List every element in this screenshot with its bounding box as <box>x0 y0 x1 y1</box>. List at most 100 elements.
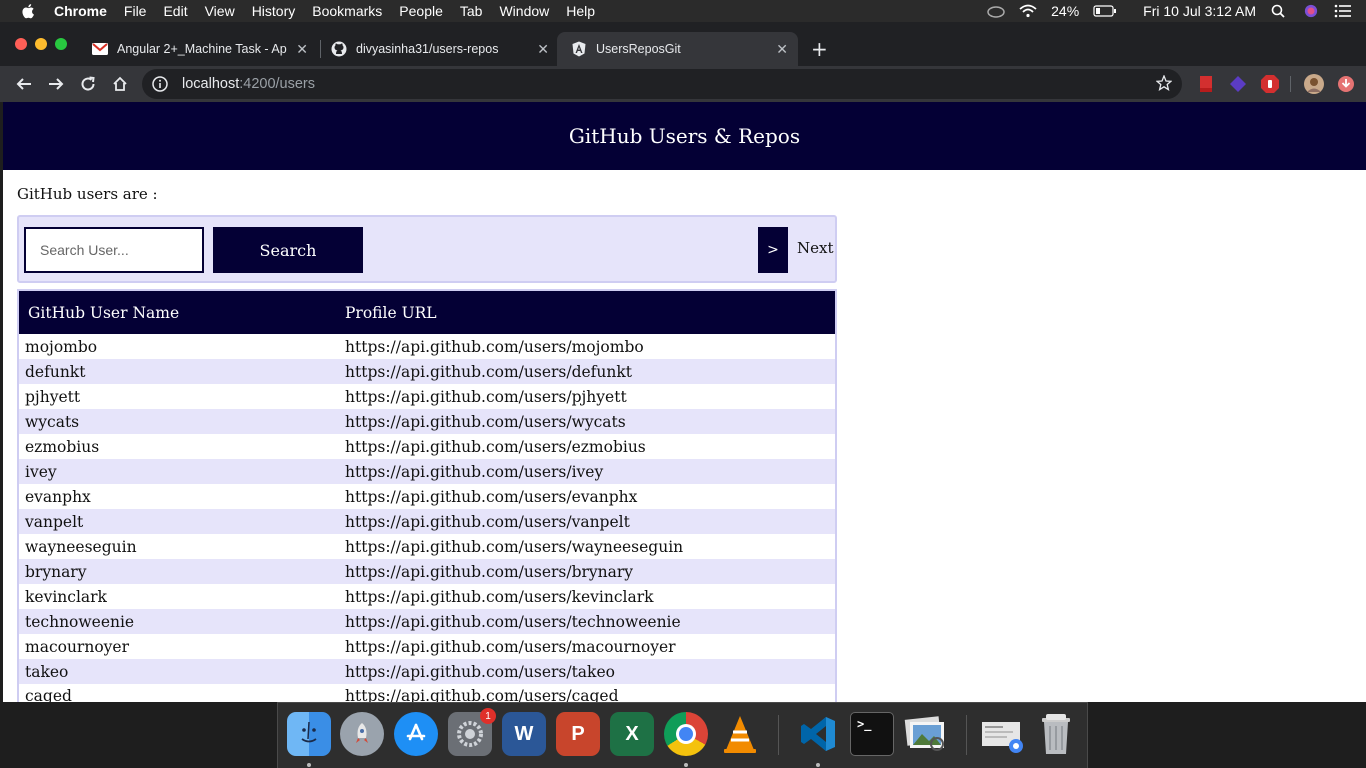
username-cell: defunkt <box>25 362 86 381</box>
github-icon <box>331 41 347 57</box>
preview-icon[interactable] <box>904 712 948 756</box>
tab-title: divyasinha31/users-repos <box>356 42 499 56</box>
word-icon[interactable]: W <box>502 712 546 756</box>
window-close-button[interactable] <box>15 38 27 50</box>
tab-title: Angular 2+_Machine Task - Ap <box>117 42 287 56</box>
users-table: GitHub User Name Profile URL mojombo http… <box>17 289 837 702</box>
menu-app-name[interactable]: Chrome <box>54 3 107 19</box>
table-row[interactable]: caged https://api.github.com/users/caged <box>18 684 836 702</box>
menu-history[interactable]: History <box>252 3 296 19</box>
tab-gmail[interactable]: Angular 2+_Machine Task - Ap ✕ <box>78 32 318 66</box>
spotlight-search-icon[interactable] <box>1270 4 1288 18</box>
tab-github[interactable]: divyasinha31/users-repos ✕ <box>317 32 559 66</box>
powerpoint-icon[interactable]: P <box>556 712 600 756</box>
table-row[interactable]: pjhyett https://api.github.com/users/pjhy… <box>18 384 836 409</box>
page-title: GitHub Users & Repos <box>568 124 801 148</box>
running-indicator <box>684 763 688 767</box>
bookmark-star-icon[interactable] <box>1156 75 1172 91</box>
app-store-icon[interactable] <box>394 712 438 756</box>
username-cell: takeo <box>25 662 69 681</box>
page-header: GitHub Users & Repos <box>3 102 1366 170</box>
table-row[interactable]: defunkt https://api.github.com/users/defu… <box>18 359 836 384</box>
trash-icon[interactable] <box>1034 712 1078 756</box>
tab-close-icon[interactable]: ✕ <box>537 41 549 58</box>
table-row[interactable]: ivey https://api.github.com/users/ivey <box>18 459 836 484</box>
chrome-menu-icon[interactable] <box>1336 74 1356 94</box>
menu-edit[interactable]: Edit <box>163 3 187 19</box>
search-input[interactable] <box>24 227 204 273</box>
tab-users-repos-git[interactable]: UsersReposGit ✕ <box>557 32 798 66</box>
table-row[interactable]: technoweenie https://api.github.com/users… <box>18 609 836 634</box>
search-button[interactable]: Search <box>213 227 363 273</box>
profile-avatar[interactable] <box>1304 74 1324 94</box>
battery-percent: 24% <box>1051 3 1080 19</box>
profile-url-cell: https://api.github.com/users/ivey <box>345 462 604 481</box>
adblock-extension-icon[interactable] <box>1260 74 1280 94</box>
table-row[interactable]: wayneeseguin https://api.github.com/users… <box>18 534 836 559</box>
chrome-icon[interactable] <box>664 712 708 756</box>
menu-help[interactable]: Help <box>566 3 595 19</box>
siri-icon[interactable] <box>1302 4 1320 18</box>
menu-view[interactable]: View <box>205 3 235 19</box>
back-arrow-icon[interactable] <box>12 72 36 96</box>
table-row[interactable]: vanpelt https://api.github.com/users/vanp… <box>18 509 836 534</box>
vscode-icon[interactable] <box>796 712 840 756</box>
table-row[interactable]: wycats https://api.github.com/users/wycat… <box>18 409 836 434</box>
browser-tab-strip: Angular 2+_Machine Task - Ap ✕ divyasinh… <box>0 22 1366 66</box>
tab-close-icon[interactable]: ✕ <box>296 41 308 58</box>
url-host: localhost <box>182 76 240 92</box>
creative-cloud-icon[interactable] <box>987 4 1005 18</box>
powerpoint-letter: P <box>571 722 585 745</box>
address-bar[interactable]: localhost:4200/users <box>142 69 1182 99</box>
purple-extension-icon[interactable] <box>1228 74 1248 94</box>
profile-url-cell: https://api.github.com/users/technoweeni… <box>345 612 681 631</box>
battery-icon[interactable] <box>1093 4 1117 18</box>
username-cell: evanphx <box>25 487 91 506</box>
system-preferences-icon[interactable]: 1 <box>448 708 496 756</box>
tab-close-icon[interactable]: ✕ <box>776 41 788 58</box>
username-cell: wayneeseguin <box>25 537 137 556</box>
toolbar-divider <box>1290 76 1291 92</box>
reload-icon[interactable] <box>76 72 100 96</box>
table-row[interactable]: brynary https://api.github.com/users/bryn… <box>18 559 836 584</box>
new-tab-plus-icon[interactable]: + <box>811 37 828 61</box>
bookmark-extension-icon[interactable] <box>1196 74 1216 94</box>
menubar-status-area: 24% Fri 10 Jul 3:12 AM <box>987 0 1352 22</box>
column-header-username: GitHub User Name <box>28 303 180 322</box>
table-row[interactable]: ezmobius https://api.github.com/users/ezm… <box>18 434 836 459</box>
window-zoom-button[interactable] <box>55 38 67 50</box>
site-info-icon[interactable] <box>152 76 168 92</box>
table-row[interactable]: takeo https://api.github.com/users/takeo <box>18 659 836 684</box>
downloads-stack-icon[interactable] <box>980 712 1024 756</box>
finder-icon[interactable] <box>287 712 331 756</box>
vlc-icon[interactable] <box>718 712 762 756</box>
table-row[interactable]: evanphx https://api.github.com/users/evan… <box>18 484 836 509</box>
excel-icon[interactable]: X <box>610 712 654 756</box>
username-cell: caged <box>25 687 72 702</box>
menu-people[interactable]: People <box>399 3 443 19</box>
username-cell: mojombo <box>25 337 98 356</box>
terminal-icon[interactable]: >_ <box>850 712 894 756</box>
menu-file[interactable]: File <box>124 3 147 19</box>
menu-tab[interactable]: Tab <box>460 3 483 19</box>
username-cell: vanpelt <box>25 512 84 531</box>
table-row[interactable]: macournoyer https://api.github.com/users/… <box>18 634 836 659</box>
clock[interactable]: Fri 10 Jul 3:12 AM <box>1143 3 1256 19</box>
username-cell: pjhyett <box>25 387 81 406</box>
profile-url-cell: https://api.github.com/users/macournoyer <box>345 637 676 656</box>
home-icon[interactable] <box>108 72 132 96</box>
next-page-button[interactable]: > <box>758 227 788 273</box>
apple-icon[interactable] <box>20 3 38 19</box>
username-cell: ivey <box>25 462 57 481</box>
menu-bookmarks[interactable]: Bookmarks <box>312 3 382 19</box>
table-row[interactable]: mojombo https://api.github.com/users/mojo… <box>18 334 836 359</box>
window-minimize-button[interactable] <box>35 38 47 50</box>
notification-center-icon[interactable] <box>1334 4 1352 18</box>
profile-url-cell: https://api.github.com/users/wayneesegui… <box>345 537 684 556</box>
launchpad-icon[interactable] <box>340 712 384 756</box>
wifi-icon[interactable] <box>1019 4 1037 18</box>
menu-window[interactable]: Window <box>499 3 549 19</box>
table-row[interactable]: kevinclark https://api.github.com/users/k… <box>18 584 836 609</box>
forward-arrow-icon[interactable] <box>44 72 68 96</box>
browser-toolbar: localhost:4200/users <box>0 66 1366 102</box>
